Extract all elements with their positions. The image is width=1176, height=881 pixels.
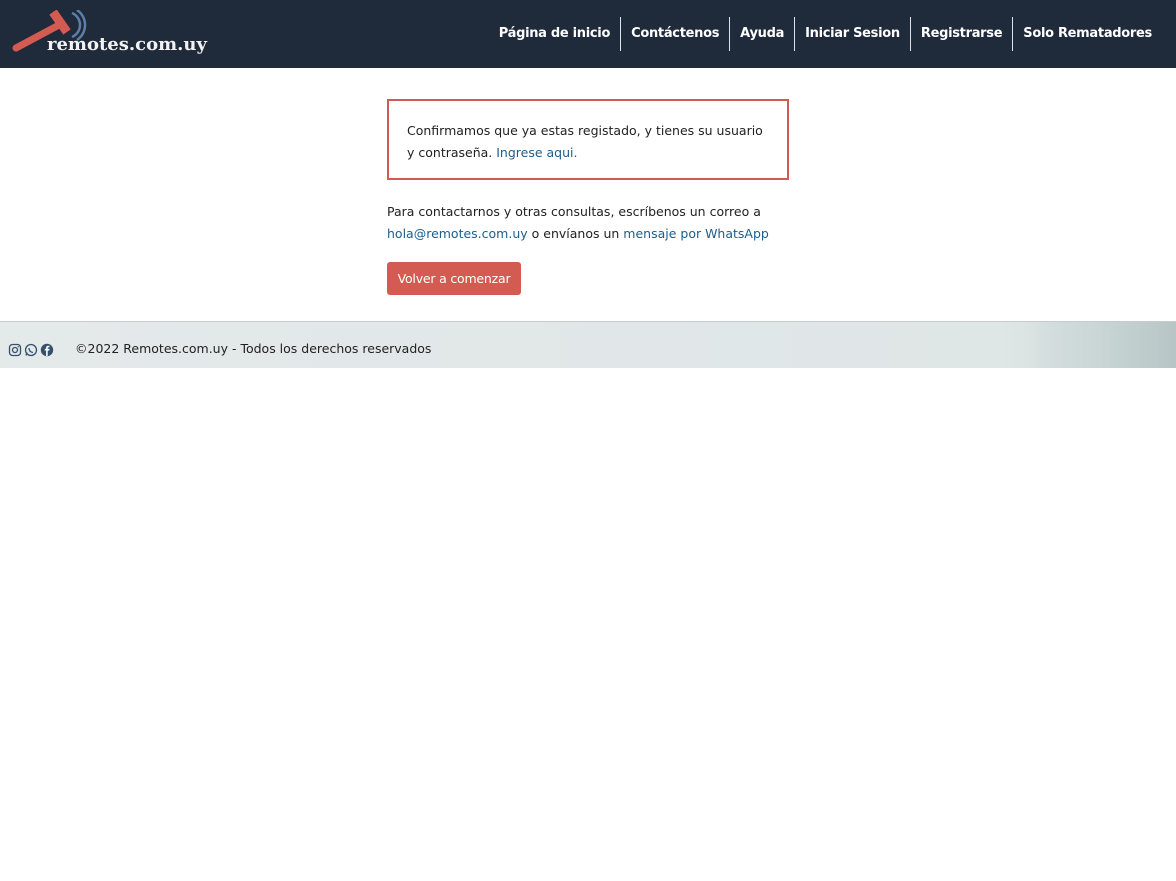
- contact-paragraph: Para contactarnos y otras consultas, esc…: [387, 201, 787, 245]
- confirmation-alert: Confirmamos que ya estas registado, y ti…: [387, 99, 789, 180]
- facebook-icon[interactable]: [40, 342, 54, 357]
- email-link[interactable]: hola@remotes.com.uy: [387, 226, 528, 241]
- restart-button[interactable]: Volver a comenzar: [387, 262, 521, 295]
- nav-contact[interactable]: Contáctenos: [621, 17, 729, 51]
- footer: ©2022 Remotes.com.uy - Todos los derecho…: [0, 321, 1176, 368]
- navbar: remotes.com.uy Página de inicio Contácte…: [0, 0, 1176, 68]
- contact-text: Para contactarnos y otras consultas, esc…: [387, 204, 761, 219]
- login-link[interactable]: Ingrese aqui.: [496, 145, 577, 160]
- nav-register[interactable]: Registrarse: [911, 17, 1012, 51]
- main-nav: Página de inicio Contáctenos Ayuda Inici…: [489, 17, 1162, 51]
- nav-home[interactable]: Página de inicio: [489, 17, 620, 51]
- contact-text-middle: o envíanos un: [527, 226, 624, 241]
- nav-login[interactable]: Iniciar Sesion: [795, 17, 910, 51]
- logo-text: remotes.com.uy: [47, 34, 207, 55]
- whatsapp-link[interactable]: mensaje por WhatsApp: [623, 226, 769, 241]
- footer-photo: [1026, 322, 1176, 368]
- logo[interactable]: remotes.com.uy: [11, 10, 207, 60]
- social-links: [8, 342, 54, 357]
- nav-help[interactable]: Ayuda: [730, 17, 794, 51]
- copyright-text: ©2022 Remotes.com.uy - Todos los derecho…: [75, 341, 432, 356]
- whatsapp-icon[interactable]: [24, 342, 38, 357]
- nav-auctioneers[interactable]: Solo Rematadores: [1013, 17, 1162, 51]
- alert-text: Confirmamos que ya estas registado, y ti…: [407, 123, 763, 160]
- instagram-icon[interactable]: [8, 342, 22, 357]
